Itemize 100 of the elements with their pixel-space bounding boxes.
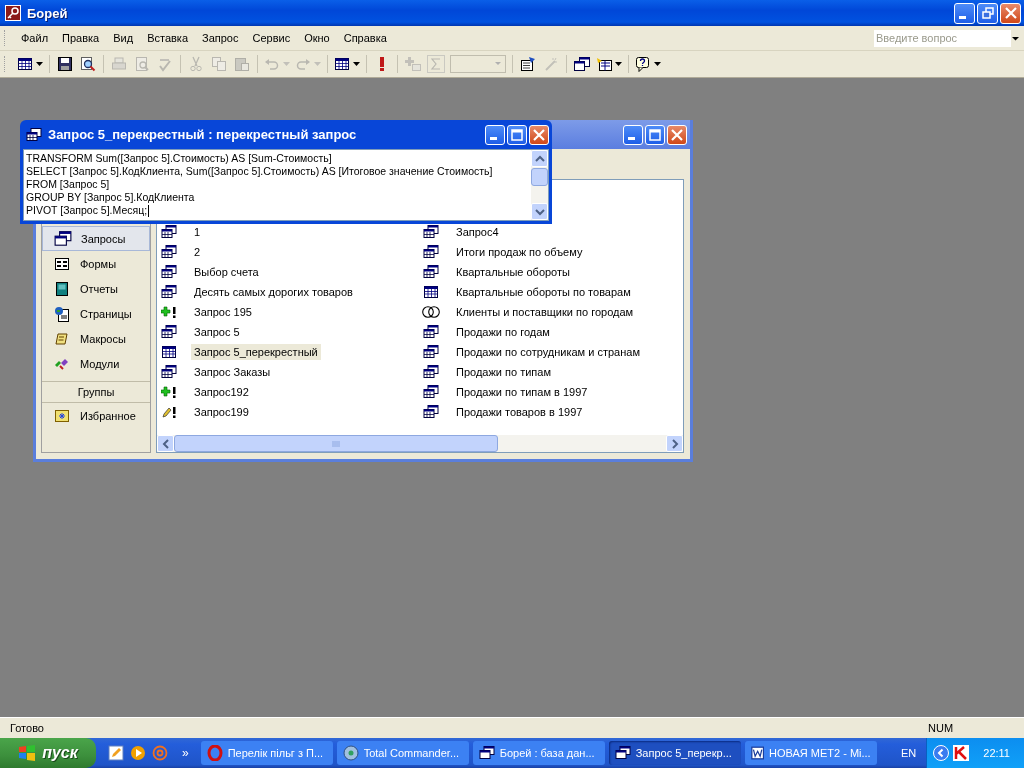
close-icon: [671, 128, 683, 141]
play-icon[interactable]: [130, 745, 146, 761]
undo-icon: [264, 56, 280, 72]
k-letter-icon[interactable]: [953, 745, 970, 761]
datasheet-icon: [17, 56, 33, 72]
object-type-item[interactable]: Запросы: [42, 226, 150, 251]
query-list-item[interactable]: Квартальные обороты по товарам: [421, 282, 683, 302]
save-icon: [57, 56, 73, 72]
restore-icon: [981, 7, 994, 19]
query-list-item[interactable]: Десять самых дорогих товаров: [159, 282, 421, 302]
groups-header[interactable]: Группы: [42, 381, 150, 403]
taskbar-button[interactable]: НОВАЯ МЕТ2 - Mi...: [744, 741, 877, 765]
maximize-button[interactable]: [507, 124, 527, 145]
scroll-icon: [55, 331, 69, 346]
help-search-field[interactable]: Введите вопрос: [874, 29, 1011, 47]
query-list-item[interactable]: Запрос 5_перекрестный: [159, 342, 421, 362]
menu-item[interactable]: Файл: [14, 32, 56, 44]
status-text: Готово: [10, 722, 44, 734]
query-list-item[interactable]: Продажи по годам: [421, 322, 683, 342]
query-icon: [423, 225, 439, 239]
help-icon: [635, 56, 651, 72]
query-list-item[interactable]: Запрос199: [159, 402, 421, 422]
language-indicator[interactable]: EN: [901, 747, 917, 759]
query-list-item[interactable]: Запрос Заказы: [159, 362, 421, 382]
chevron-left-icon[interactable]: [161, 438, 170, 449]
pencil-icon[interactable]: [108, 745, 124, 761]
taskbar-button[interactable]: Запрос 5_перекр...: [608, 741, 741, 765]
caret-icon: [36, 61, 43, 67]
minimize-button[interactable]: [954, 2, 975, 24]
caret-icon: [654, 61, 661, 67]
restore-button[interactable]: [977, 2, 998, 24]
magnifier-icon: [80, 56, 96, 72]
query-icon: [161, 245, 177, 259]
datasheet-icon: [334, 56, 350, 72]
query-icon: [423, 325, 439, 339]
query-icon: [423, 385, 439, 399]
object-type-item[interactable]: Макросы: [42, 326, 150, 351]
form-icon: [54, 256, 70, 271]
query-icon: [423, 265, 439, 279]
query-icon: [161, 265, 177, 279]
taskbar-button[interactable]: Перелік пільг з П...: [200, 741, 333, 765]
query-icon: [161, 225, 177, 239]
minimize-button[interactable]: [623, 124, 643, 145]
query-list-item[interactable]: Продажи по типам в 1997: [421, 382, 683, 402]
redo-icon: [295, 56, 311, 72]
query-icon: [478, 745, 495, 761]
chevron-down-icon[interactable]: [534, 207, 545, 216]
close-icon: [1004, 7, 1017, 19]
query-list-item[interactable]: 1: [159, 222, 421, 242]
crosstab-query-icon: [423, 285, 439, 299]
query-list-item[interactable]: Продажи по типам: [421, 362, 683, 382]
horizontal-scrollbar[interactable]: [157, 435, 683, 452]
chevron-right-icon[interactable]: [670, 438, 679, 449]
vertical-scrollbar[interactable]: [531, 150, 548, 220]
query-list-item[interactable]: Запрос4: [421, 222, 683, 242]
chevron-up-icon[interactable]: [534, 154, 545, 163]
maximize-icon: [649, 128, 661, 141]
sigma-icon: [427, 55, 445, 73]
print-preview-icon: [134, 56, 150, 72]
menu-item[interactable]: Справка: [336, 32, 394, 44]
query-list-item[interactable]: Выбор счета: [159, 262, 421, 282]
query-list-item[interactable]: Запрос 195: [159, 302, 421, 322]
start-button[interactable]: пуск: [0, 738, 96, 768]
query-list-item[interactable]: Клиенты и поставщики по городам: [421, 302, 683, 322]
query-icon: [614, 745, 631, 761]
object-type-item[interactable]: Модули: [42, 351, 150, 376]
query-list-item[interactable]: 2: [159, 242, 421, 262]
taskbar-button[interactable]: Борей : база дан...: [472, 741, 605, 765]
crosstab-query-icon: [26, 127, 42, 142]
scissors-icon: [188, 56, 204, 72]
query-list-item[interactable]: Итоги продаж по объему: [421, 242, 683, 262]
close-button[interactable]: [667, 124, 687, 145]
query-icon: [423, 345, 439, 359]
close-button[interactable]: [529, 124, 549, 145]
query-icon: [54, 230, 72, 247]
query-icon: [161, 285, 177, 299]
menu-item[interactable]: Вставка: [140, 32, 195, 44]
query-list-item[interactable]: Запрос192: [159, 382, 421, 402]
close-button[interactable]: [1000, 2, 1021, 24]
menu-item[interactable]: Окно: [297, 32, 337, 44]
close-icon: [533, 128, 545, 141]
taskbar-button[interactable]: Total Commander...: [336, 741, 469, 765]
menu-item[interactable]: Правка: [55, 32, 107, 44]
new-object-icon: [596, 56, 612, 72]
minimize-button[interactable]: [485, 124, 505, 145]
module-icon: [54, 356, 70, 371]
object-type-item[interactable]: Формы: [42, 251, 150, 276]
query-list-item[interactable]: Продажи по сотрудникам и странам: [421, 342, 683, 362]
add-table-icon: [405, 56, 421, 72]
query-list-item[interactable]: Запрос 5: [159, 322, 421, 342]
maximize-button[interactable]: [645, 124, 665, 145]
menu-item[interactable]: Запрос: [195, 32, 246, 44]
menu-item[interactable]: Вид: [106, 32, 141, 44]
query-list-item[interactable]: Продажи товаров в 1997: [421, 402, 683, 422]
object-type-item[interactable]: Отчеты: [42, 276, 150, 301]
group-item[interactable]: Избранное: [42, 403, 150, 428]
object-type-item[interactable]: Страницы: [42, 301, 150, 326]
menu-item[interactable]: Сервис: [245, 32, 298, 44]
more-button[interactable]: »: [182, 746, 189, 760]
query-list-item[interactable]: Квартальные обороты: [421, 262, 683, 282]
